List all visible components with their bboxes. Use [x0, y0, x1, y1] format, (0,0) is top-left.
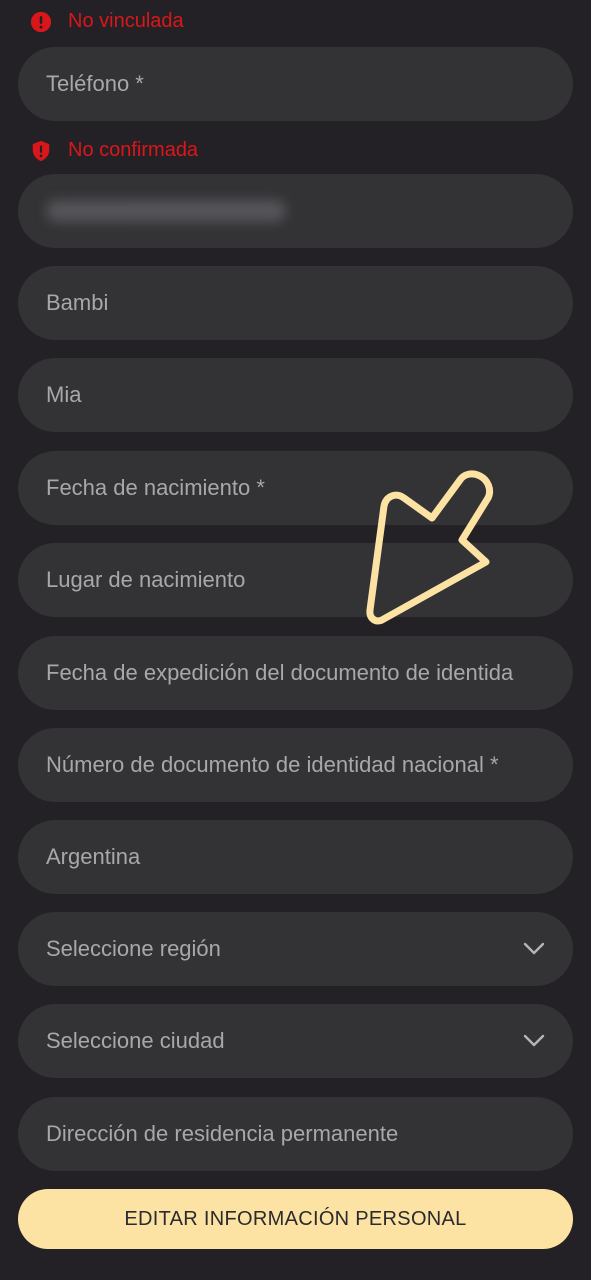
edit-personal-info-button[interactable]: EDITAR INFORMACIÓN PERSONAL: [18, 1189, 573, 1249]
doc-issue-date-placeholder: Fecha de expedición del documento de ide…: [46, 660, 514, 685]
chevron-down-icon[interactable]: [523, 942, 545, 956]
doc-number-placeholder: Número de documento de identidad naciona…: [46, 752, 499, 777]
shield-alert-icon: [30, 140, 52, 162]
alert-circle-icon: [30, 11, 52, 33]
email-status-text: No vinculada: [68, 10, 184, 32]
birth-place-placeholder: Lugar de nacimiento: [46, 567, 246, 592]
last-name-input[interactable]: Mia: [18, 358, 573, 432]
first-name-value: Bambi: [46, 290, 109, 315]
country-value: Argentina: [46, 844, 141, 869]
phone-status-text: No confirmada: [68, 139, 199, 161]
address-placeholder: Dirección de residencia permanente: [46, 1121, 399, 1146]
address-input[interactable]: Dirección de residencia permanente: [18, 1097, 573, 1171]
birth-date-input[interactable]: Fecha de nacimiento *: [18, 451, 573, 525]
region-placeholder: Seleccione región: [46, 936, 221, 961]
birth-date-placeholder: Fecha de nacimiento *: [46, 475, 265, 500]
email-input[interactable]: [18, 174, 573, 248]
city-select[interactable]: Seleccione ciudad: [18, 1004, 573, 1078]
phone-placeholder: Teléfono *: [46, 71, 144, 96]
last-name-value: Mia: [46, 382, 82, 407]
phone-status: No confirmada: [30, 139, 198, 162]
phone-input[interactable]: Teléfono *: [18, 47, 573, 121]
region-select[interactable]: Seleccione región: [18, 912, 573, 986]
email-status: No vinculada: [30, 10, 184, 33]
city-placeholder: Seleccione ciudad: [46, 1028, 225, 1053]
first-name-input[interactable]: Bambi: [18, 266, 573, 340]
blurred-email-value: [46, 200, 286, 222]
doc-number-input[interactable]: Número de documento de identidad naciona…: [18, 728, 573, 802]
birth-place-input[interactable]: Lugar de nacimiento: [18, 543, 573, 617]
doc-issue-date-input[interactable]: Fecha de expedición del documento de ide…: [18, 636, 573, 710]
chevron-down-icon[interactable]: [523, 1034, 545, 1048]
country-input[interactable]: Argentina: [18, 820, 573, 894]
